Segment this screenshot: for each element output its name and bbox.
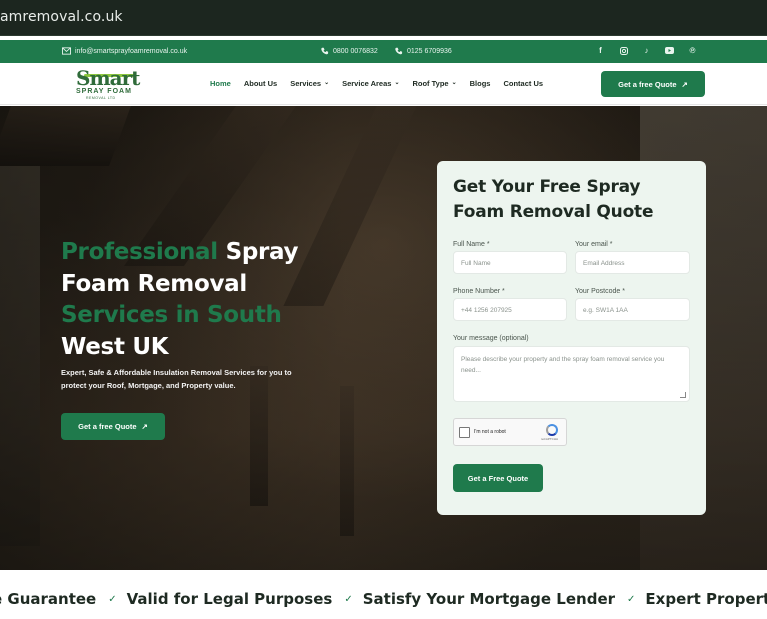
nav-menu: Home About Us Services ⌄ Service Areas ⌄ R… [210,79,556,88]
logo-main-text: Smart [76,66,140,90]
form-title: Get Your Free Spray Foam Removal Quote [453,177,654,222]
marquee-item: Satisfy Your Mortgage Lender [362,590,616,608]
logo-sub-text: SPRAY FOAM [76,88,132,95]
social-links: f ♪ ℗ [596,45,697,56]
check-icon: ✓ [627,593,636,605]
phone-input[interactable]: +44 1256 207925 [453,298,567,321]
phone-text-1[interactable]: 0800 0076832 [333,48,378,55]
headline-white-2: West UK [61,333,169,360]
email-contact[interactable]: info@smartsprayfoamremoval.co.uk [62,47,187,55]
nav-item-about-us[interactable]: About Us [244,79,277,88]
email-label: Your email * [575,241,613,248]
nav-item-roof-type[interactable]: Roof Type ⌄ [412,79,456,88]
check-icon: ✓ [344,593,353,605]
hero-section: Professional Spray Foam Removal Services… [0,106,767,570]
chevron-down-icon: ⌄ [324,80,330,86]
instagram-icon[interactable] [619,45,628,56]
marquee-row: e Guarantee ✓ Valid for Legal Purposes ✓… [0,590,767,608]
postcode-input[interactable]: e.g. SW1A 1AA [575,298,690,321]
recaptcha-label: I'm not a robot [474,429,506,435]
recaptcha-brand: reCAPTCHA [541,437,559,441]
top-info-bar: info@smartsprayfoamremoval.co.uk 0800 00… [0,40,767,63]
headline-green-2: Services in South [61,302,282,328]
phone-label: Phone Number * [453,288,505,295]
marquee-item: Valid for Legal Purposes [126,590,333,608]
chevron-down-icon: ⌄ [451,80,457,86]
tiktok-icon[interactable]: ♪ [642,45,651,56]
hero-quote-button[interactable]: Get a free Quote ↗ [61,413,165,440]
site-logo[interactable]: Smart SPRAY FOAM REMOVAL LTD [76,66,140,102]
hero-headline: Professional Spray Foam Removal Services… [61,237,361,363]
nav-quote-button[interactable]: Get a free Quote ↗ [601,71,705,97]
hero-quote-label: Get a free Quote [78,422,137,431]
marquee-item: e Guarantee [0,590,97,608]
recaptcha-widget: I'm not a robot reCAPTCHA [453,418,567,446]
resize-handle-icon[interactable] [680,392,686,398]
phone-text-2[interactable]: 0125 6709936 [407,48,452,55]
recaptcha-checkbox[interactable] [459,427,470,438]
logo-sub2-text: REMOVAL LTD [86,96,116,100]
submit-quote-label: Get a Free Quote [467,473,529,483]
arrow-up-right-icon: ↗ [681,79,688,89]
nav-item-home[interactable]: Home [210,79,231,88]
url-text[interactable]: amremoval.co.uk [0,9,123,25]
submit-quote-button[interactable]: Get a Free Quote [453,464,543,492]
marquee-item: Expert Property Ass [645,590,767,608]
nav-item-contact-us[interactable]: Contact Us [503,79,543,88]
phone-icon [321,47,329,55]
full-name-input[interactable]: Full Name [453,251,567,274]
quote-form-card: Get Your Free Spray Foam Removal Quote F… [437,161,706,515]
nav-item-blogs[interactable]: Blogs [470,79,491,88]
check-icon: ✓ [108,593,117,605]
message-textarea[interactable]: Please describe your property and the sp… [453,346,690,402]
browser-url-bar[interactable]: amremoval.co.uk [0,0,767,36]
pinterest-icon[interactable]: ℗ [688,45,697,56]
phone-icon [395,47,403,55]
nav-quote-label: Get a free Quote [618,79,677,89]
postcode-label: Your Postcode * [575,288,625,295]
hero-subtext: Expert, Safe & Affordable Insulation Rem… [61,368,292,390]
mail-icon [62,47,71,55]
nav-item-service-areas[interactable]: Service Areas ⌄ [342,79,399,88]
email-text[interactable]: info@smartsprayfoamremoval.co.uk [75,48,187,55]
facebook-icon[interactable]: f [596,45,605,56]
email-input[interactable]: Email Address [575,251,690,274]
nav-item-services[interactable]: Services ⌄ [290,79,329,88]
recaptcha-logo-icon [546,424,558,436]
benefits-marquee: e Guarantee ✓ Valid for Legal Purposes ✓… [0,570,767,619]
headline-green-1: Professional [61,239,218,265]
full-name-label: Full Name * [453,241,490,248]
chevron-down-icon: ⌄ [394,80,400,86]
message-label: Your message (optional) [453,335,529,342]
phone-contact-2[interactable]: 0125 6709936 [394,47,452,55]
youtube-icon[interactable] [665,45,674,56]
arrow-up-right-icon: ↗ [141,422,148,431]
phone-contact-1[interactable]: 0800 0076832 [320,47,378,55]
